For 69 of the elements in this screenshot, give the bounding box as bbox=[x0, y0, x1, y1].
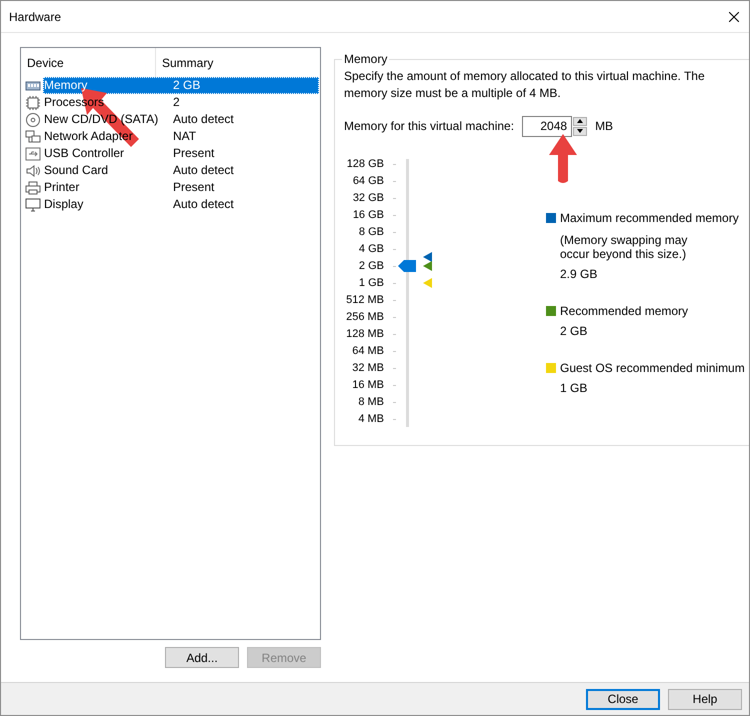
unit-label: MB bbox=[595, 119, 614, 133]
device-row[interactable]: Display Auto detect bbox=[43, 196, 319, 213]
group-title: Memory bbox=[343, 52, 388, 66]
memory-module-icon bbox=[25, 78, 41, 92]
scale-label: 128 GB bbox=[346, 157, 384, 172]
scale-label: 4 MB bbox=[357, 412, 384, 427]
scale-label: 2 GB bbox=[358, 259, 384, 274]
help-button[interactable]: Help bbox=[668, 688, 742, 710]
legend-note: (Memory swapping may occur beyond this size.) bbox=[560, 233, 688, 261]
device-name: Printer bbox=[43, 179, 80, 196]
scale-label: 64 GB bbox=[352, 174, 384, 189]
marker-icon bbox=[423, 252, 432, 262]
legend-label: Maximum recommended memory bbox=[560, 211, 739, 225]
scale-label: 512 MB bbox=[345, 293, 384, 308]
network-icon bbox=[25, 130, 41, 144]
caret-up-icon bbox=[577, 119, 584, 123]
speaker-icon bbox=[25, 164, 41, 178]
disc-icon bbox=[25, 112, 41, 126]
legend-value: 1 GB bbox=[560, 381, 588, 395]
scale-label: 16 MB bbox=[351, 378, 384, 393]
legend-value: 2 GB bbox=[560, 324, 588, 338]
slider-thumb[interactable] bbox=[398, 260, 416, 272]
window-title: Hardware bbox=[9, 10, 62, 24]
legend-value: 2.9 GB bbox=[560, 267, 598, 281]
scale-label: 8 GB bbox=[358, 225, 384, 240]
device-row[interactable]: Memory 2 GB bbox=[43, 77, 319, 94]
scale-label: 32 GB bbox=[352, 191, 384, 206]
column-header[interactable]: Summary bbox=[156, 48, 214, 77]
add-button[interactable]: Add... bbox=[165, 647, 239, 668]
scale-label: 4 GB bbox=[358, 242, 384, 257]
scale-label: 256 MB bbox=[345, 310, 384, 325]
legend-label: Recommended memory bbox=[560, 304, 688, 318]
scale-label: 32 MB bbox=[351, 361, 384, 376]
chip-icon bbox=[25, 96, 41, 110]
device-summary: NAT bbox=[172, 128, 196, 145]
scale-label: 1 GB bbox=[358, 276, 384, 291]
device-summary: Present bbox=[172, 145, 214, 162]
device-summary: Auto detect bbox=[172, 196, 234, 213]
device-name: Memory bbox=[43, 77, 88, 94]
scale-label: 8 MB bbox=[357, 395, 384, 410]
close-button[interactable]: Close bbox=[586, 688, 660, 710]
device-summary: Auto detect bbox=[172, 162, 234, 179]
scale-label: 128 MB bbox=[345, 327, 384, 342]
marker-icon bbox=[423, 261, 432, 271]
device-summary: Present bbox=[172, 179, 214, 196]
spin-down-button[interactable] bbox=[573, 126, 588, 136]
field-label: Memory for this virtual machine: bbox=[344, 119, 514, 133]
marker-icon bbox=[423, 278, 432, 288]
device-name: Display bbox=[43, 196, 84, 213]
caret-down-icon bbox=[577, 129, 584, 133]
legend-label: Guest OS recommended minimum bbox=[560, 361, 745, 375]
scale-label: 16 GB bbox=[352, 208, 384, 223]
memory-input[interactable]: 2048 bbox=[522, 116, 572, 136]
device-summary: 2 GB bbox=[172, 77, 200, 94]
device-summary: Auto detect bbox=[172, 111, 234, 128]
annotation-arrow bbox=[548, 133, 578, 185]
device-summary: 2 bbox=[172, 94, 180, 111]
device-name: USB Controller bbox=[43, 145, 124, 162]
device-name: Sound Card bbox=[43, 162, 108, 179]
spin-up-button[interactable] bbox=[573, 116, 588, 126]
usb-icon bbox=[25, 146, 41, 160]
device-row[interactable]: USB Controller Present bbox=[43, 145, 319, 162]
scale-label: 64 MB bbox=[351, 344, 384, 359]
printer-icon bbox=[25, 180, 41, 194]
device-row[interactable]: Printer Present bbox=[43, 179, 319, 196]
close-icon[interactable] bbox=[729, 12, 739, 22]
monitor-icon bbox=[25, 198, 41, 212]
description-text: Specify the amount of memory allocated to this virtual machine. The memory size must be a multiple of 4 MB. bbox=[344, 68, 706, 102]
device-row[interactable]: Sound Card Auto detect bbox=[43, 162, 319, 179]
